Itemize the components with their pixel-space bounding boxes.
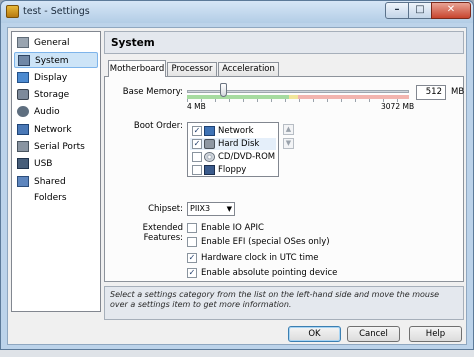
sidebar-item-shared-folders[interactable]: Shared Folders [14,174,98,203]
sidebar-item-display[interactable]: Display [14,70,98,86]
settings-window: test - Settings – □ ✕ General System Dis… [0,0,474,350]
floppy-icon [204,165,215,175]
boot-hard-disk-checkbox[interactable]: ✓ [192,139,202,149]
extended-features-label: Extended Features: [142,223,183,243]
base-memory-input[interactable]: 512 [416,85,446,100]
display-icon [17,72,29,83]
background-strip [0,350,474,357]
boot-item-floppy[interactable]: Floppy [190,164,276,176]
serial-ports-icon [17,141,29,152]
minimize-button[interactable]: – [385,2,409,19]
boot-item-cd-dvd[interactable]: CD/DVD-ROM [190,151,276,163]
sidebar-item-label: Audio [34,107,60,117]
base-memory-label: Base Memory: [122,87,183,97]
motherboard-tab-page: Base Memory: 4 MB 3072 MB 512 MB Boot Or… [104,76,464,282]
sidebar-item-label: Serial Ports [34,142,85,152]
system-icon [18,55,30,66]
chipset-label: Chipset: [148,204,183,214]
window-title: test - Settings [23,6,90,17]
boot-order-label: Boot Order: [133,121,183,131]
io-apic-checkbox[interactable] [187,223,197,233]
chipset-select[interactable]: PIIX3 ▼ [187,202,235,216]
sidebar-item-label: Shared Folders [34,177,67,203]
sidebar-item-label: USB [34,159,53,169]
boot-floppy-checkbox[interactable] [192,165,202,175]
chipset-value: PIIX3 [190,204,211,213]
boot-item-label: Network [218,126,254,136]
sidebar-item-general[interactable]: General [14,35,98,51]
feature-label: Enable IO APIC [201,223,264,233]
info-panel: Select a settings category from the list… [104,286,464,320]
shared-folders-icon [17,176,29,187]
move-up-button[interactable]: ▲ [283,124,294,135]
info-text: Select a settings category from the list… [110,290,440,309]
feature-label: Enable EFI (special OSes only) [201,237,330,247]
tab-processor[interactable]: Processor [167,62,217,77]
absolute-pointing-checkbox[interactable]: ✓ [187,268,197,278]
sidebar-item-usb[interactable]: USB [14,156,98,172]
sidebar-item-label: System [35,56,69,66]
utc-clock-checkbox[interactable]: ✓ [187,253,197,263]
boot-item-hard-disk[interactable]: ✓ Hard Disk [190,138,276,150]
boot-item-network[interactable]: ✓ Network [190,125,276,137]
storage-icon [17,89,29,100]
efi-checkbox[interactable] [187,237,197,247]
boot-item-label: CD/DVD-ROM [218,152,276,162]
cancel-button[interactable]: Cancel [347,326,400,342]
memory-max-label: 3072 MB [381,102,415,111]
ok-button[interactable]: OK [288,326,341,342]
base-memory-slider-thumb[interactable] [219,83,227,97]
feature-label: Hardware clock in UTC time [201,253,319,263]
sidebar-item-label: Display [34,73,68,83]
page-header: System [104,31,464,54]
boot-network-checkbox[interactable]: ✓ [192,126,202,136]
memory-unit-label: MB [451,87,465,97]
cd-dvd-icon [204,152,215,162]
maximize-button[interactable]: □ [408,2,432,19]
tab-motherboard[interactable]: Motherboard [108,60,166,77]
boot-order-list[interactable]: ✓ Network ✓ Hard Disk CD/DVD-ROM Floppy [187,122,279,177]
chevron-down-icon: ▼ [226,205,232,213]
feature-label: Enable absolute pointing device [201,268,338,278]
dialog-body: General System Display Storage Audio Net… [7,27,467,345]
network-icon [204,126,215,136]
hard-disk-icon [204,139,215,149]
general-icon [17,37,29,48]
boot-item-label: Hard Disk [218,139,260,149]
category-list[interactable]: General System Display Storage Audio Net… [11,31,101,312]
network-icon [17,124,29,135]
tab-acceleration[interactable]: Acceleration [218,62,279,77]
memory-min-label: 4 MB [187,102,206,111]
boot-item-label: Floppy [218,165,247,175]
close-button[interactable]: ✕ [431,2,471,19]
boot-cd-dvd-checkbox[interactable] [192,152,202,162]
sidebar-item-label: General [34,38,70,48]
title-bar[interactable]: test - Settings – □ ✕ [1,1,473,23]
memory-ticks [187,99,409,102]
audio-icon [17,106,29,117]
page-title: System [111,37,155,49]
sidebar-item-system[interactable]: System [14,52,98,68]
sidebar-item-storage[interactable]: Storage [14,87,98,103]
sidebar-item-serial-ports[interactable]: Serial Ports [14,139,98,155]
virtualbox-icon [6,5,19,18]
move-down-button[interactable]: ▼ [283,138,294,149]
sidebar-item-network[interactable]: Network [14,122,98,138]
sidebar-item-label: Storage [34,90,70,100]
usb-icon [17,158,29,169]
help-button[interactable]: Help [409,326,462,342]
sidebar-item-label: Network [34,125,72,135]
sidebar-item-audio[interactable]: Audio [14,104,98,120]
